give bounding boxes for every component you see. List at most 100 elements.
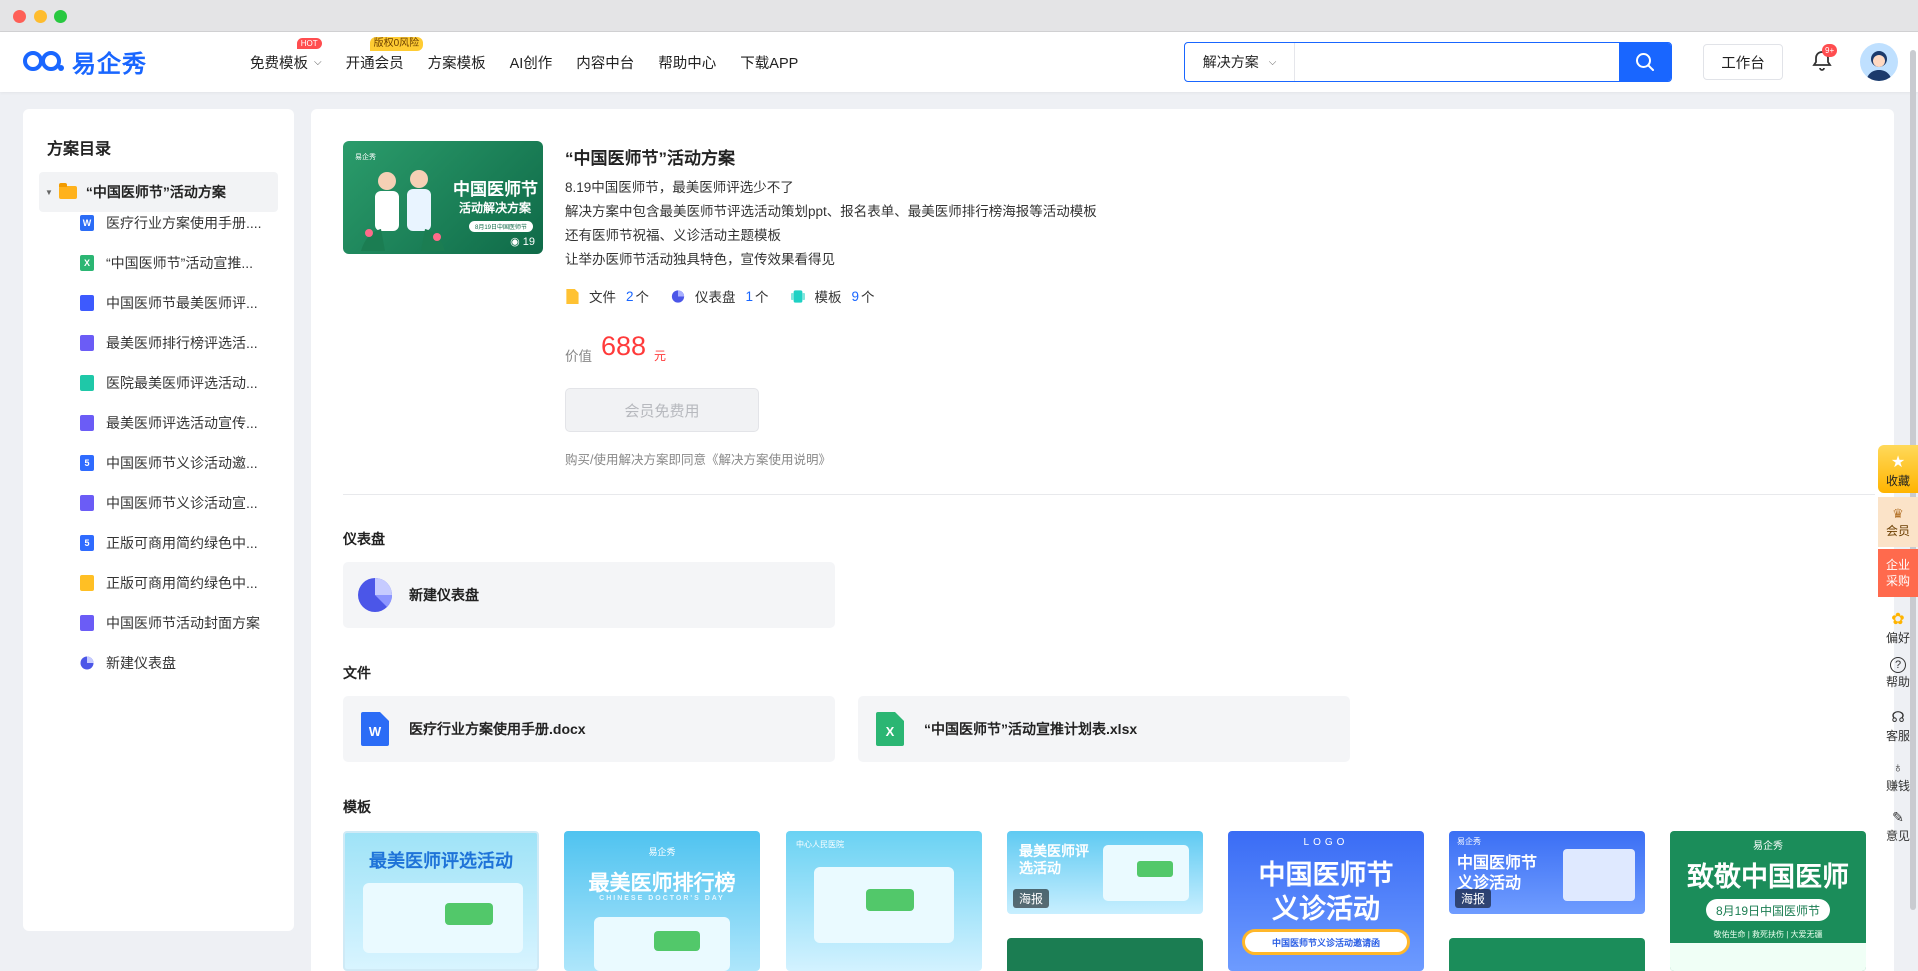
template-title: 最美医师评选活动 [1019,843,1089,876]
sidebar-item[interactable]: 医院最美医师评选活动... [80,371,280,395]
nav-plan-templates[interactable]: 方案模板 [428,52,486,73]
sidebar-item[interactable]: 新建仪表盘 [80,651,280,675]
feedback-button[interactable]: ✎ 意见 [1878,807,1918,844]
search-category-select[interactable]: 解决方案 ⌵ [1185,43,1295,81]
window-titlebar [0,0,1918,32]
search-input[interactable] [1295,43,1619,81]
templates-section-title: 模板 [343,799,371,815]
search-button[interactable] [1619,43,1671,81]
workbench-button[interactable]: 工作台 [1703,44,1783,80]
file-card-label: 医疗行业方案使用手册.docx [409,721,586,737]
sidebar-item[interactable]: 最美医师排行榜评选活... [80,331,280,355]
nav-membership[interactable]: 开通会员 版权0风险 [346,36,424,73]
sidebar-item[interactable]: 最美医师评选活动宣传... [80,411,280,435]
image-icon [80,415,94,431]
price-value: 688 [601,331,647,361]
template-card[interactable]: LOGO 中国医师节 义诊活动 中国医师节义诊活动邀请函 [1228,831,1424,971]
stat-label: 模板 [814,290,842,305]
sidebar-item-label: “中国医师节”活动宣推... [106,255,253,271]
stat-unit: 个 [755,290,769,305]
earn-money-button[interactable]: ♁ 赚钱 [1878,757,1918,794]
sidebar-item-label: 中国医师节活动封面方案 [106,615,260,631]
template-card[interactable]: 中心人民医院 [786,831,982,971]
sidebar-item-label: 正版可商用简约绿色中... [106,575,258,591]
template-card[interactable] [1007,938,1203,971]
price-label: 价值 [565,349,592,364]
stat-count: 9 [851,288,860,304]
nav-help-center[interactable]: 帮助中心 [658,52,716,73]
customer-service-button[interactable]: ☊ 客服 [1878,707,1918,744]
template-card[interactable]: 易企秀 中国医师节 义诊活动 海报 [1449,831,1645,914]
sidebar-item[interactable]: 5 正版可商用简约绿色中... [80,531,280,555]
doc-icon [80,575,94,591]
sidebar-item[interactable]: W 医疗行业方案使用手册.... [80,211,280,235]
nav-download-app[interactable]: 下载APP [740,52,798,73]
template-card[interactable]: 易企秀 最美医师排行榜 CHINESE DOCTOR'S DAY [564,831,760,971]
template-title: 最美医师评选活动 [369,851,513,871]
stat-label: 文件 [589,290,616,305]
copyright-badge: 版权0风险 [369,36,424,51]
template-card[interactable]: 易企秀 致敬中国医师 8月19日中国医师节 敬佑生命 | 救死扶伤 | 大爱无疆 [1670,831,1866,971]
rail-label: 偏好 [1885,631,1910,645]
maximize-window-button[interactable] [54,10,67,23]
image-icon [80,495,94,511]
stat-count: 1 [745,288,754,304]
template-card[interactable] [1449,938,1645,971]
sidebar-root-folder[interactable]: ▼ “中国医师节”活动方案 [39,172,278,212]
sidebar-item-label: 最美医师排行榜评选活... [106,335,258,351]
files-section-title: 文件 [343,665,371,681]
template-title: 最美医师排行榜 [588,872,736,895]
svg-text:X: X [886,724,895,739]
doctor-illustration [361,170,445,251]
sidebar-item[interactable]: 中国医师节活动封面方案 [80,611,280,635]
sidebar-item[interactable]: 中国医师节最美医师评... [80,291,280,315]
agreement-link[interactable]: 购买/使用解决方案即同意《解决方案使用说明》 [565,449,831,468]
avatar[interactable] [1860,43,1898,81]
preference-button[interactable]: ✿ 偏好 [1878,609,1918,646]
enterprise-purchase-button[interactable]: 企业采购 [1878,549,1918,597]
file-card-docx[interactable]: W 医疗行业方案使用手册.docx [343,696,835,762]
chevron-down-icon: ⌵ [1268,56,1277,68]
sidebar-item-label: 中国医师节最美医师评... [106,295,258,311]
file-card-label: “中国医师节”活动宣推计划表.xlsx [924,721,1138,737]
money-bag-icon: ♁ [1892,759,1904,775]
help-button[interactable]: ? 帮助 [1878,657,1918,690]
vip-button[interactable]: ♛ 会员 [1878,497,1918,547]
svg-text:W: W [369,724,382,739]
poster-tag: 海报 [1013,889,1050,908]
member-free-button[interactable]: 会员免费用 [565,388,759,432]
sidebar-item-label: 医院最美医师评选活动... [106,375,258,391]
minimize-window-button[interactable] [34,10,47,23]
template-subtitle2: 敬佑生命 | 救死扶伤 | 大爱无疆 [1713,930,1823,939]
sidebar-item[interactable]: 正版可商用简约绿色中... [80,571,280,595]
stat-label: 仪表盘 [695,290,736,305]
sidebar-item[interactable]: 5 中国医师节义诊活动邀... [80,451,280,475]
image-icon [80,615,94,631]
favorite-button[interactable]: ★ 收藏 [1878,445,1918,493]
cover-subtitle: 活动解决方案 [459,201,532,215]
plan-stats: 文件 2 个 仪表盘 1 个 模板 9 个 [565,286,897,306]
template-title-line2: 义诊活动 [1272,894,1380,924]
template-card[interactable]: 最美医师评选活动 海报 [1007,831,1203,914]
poster-tag: 海报 [1455,889,1492,908]
vip-icon: ♛ [1892,505,1904,521]
close-window-button[interactable] [13,10,26,23]
search-bar: 解决方案 ⌵ [1184,42,1672,82]
template-logo: 易企秀 [1457,837,1481,846]
template-logo: 易企秀 [648,847,676,857]
template-title: 致敬中国医师 [1687,862,1849,892]
nav-free-templates[interactable]: 免费模板 ⌵ HOT [250,37,322,73]
file-card-xlsx[interactable]: X “中国医师节”活动宣推计划表.xlsx [858,696,1350,762]
rail-label: 收藏 [1885,474,1910,488]
word-icon: W [80,215,94,231]
sidebar-item[interactable]: X “中国医师节”活动宣推... [80,251,280,275]
nav-content-hub[interactable]: 内容中台 [576,52,634,73]
plan-cover-image[interactable]: 易企秀 中国医师节 活动解决方案 8月19日中国医师节 ◉ 19 [343,141,543,254]
logo-icon [23,51,64,71]
logo[interactable]: 易企秀 [22,46,147,78]
sidebar-item[interactable]: 中国医师节义诊活动宣... [80,491,280,515]
dashboard-card[interactable]: 新建仪表盘 [343,562,835,628]
nav-ai-creation[interactable]: AI创作 [510,52,553,73]
plan-description-line: 8.19中国医师节，最美医师评选少不了 [565,180,794,195]
template-card[interactable]: 最美医师评选活动 [343,831,539,971]
